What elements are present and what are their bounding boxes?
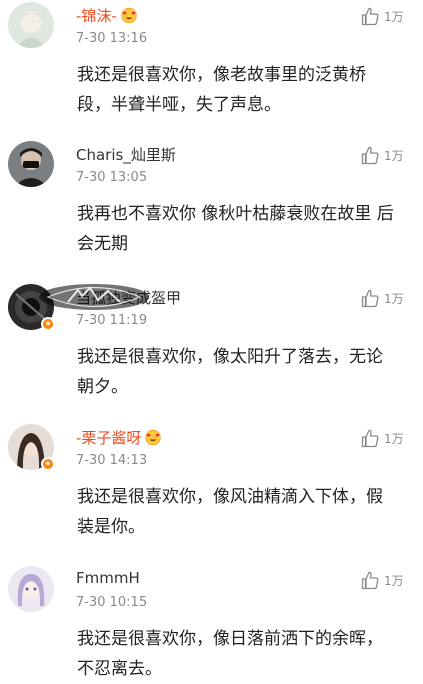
thumbs-up-icon [361, 571, 379, 589]
username-text[interactable]: -锦沫- [76, 7, 117, 25]
like-button[interactable]: 1万 [360, 144, 404, 166]
comment-text: 我还是很喜欢你，像风油精滴入下体，假装是你。 [77, 487, 383, 537]
like-count: 1万 [384, 9, 404, 24]
avatar[interactable] [8, 566, 54, 612]
comment-time: 7-30 10:15 [76, 595, 148, 610]
comment-time: 7-30 13:05 [76, 170, 148, 185]
like-count: 1万 [384, 573, 404, 588]
like-count: 1万 [384, 431, 404, 446]
heart-eyes-emoji-icon [144, 429, 162, 446]
like-button[interactable]: 1万 [360, 5, 404, 27]
comment-text: 我还是很喜欢你，像日落前洒下的余晖，不忍离去。 [77, 629, 383, 679]
username[interactable]: -栗子酱呀 [76, 427, 162, 448]
comment-text: 我再也不喜欢你 像秋叶枯藤衰败在故里 后会无期 [77, 204, 394, 254]
avatar[interactable] [8, 2, 54, 48]
comment-time: 7-30 13:16 [76, 31, 148, 46]
comment-time: 7-30 11:19 [76, 313, 148, 328]
thumbs-up-icon [361, 289, 379, 307]
like-button[interactable]: 1万 [360, 427, 404, 449]
comment-text: 我还是很喜欢你，像太阳升了落去，无论朝夕。 [77, 347, 383, 397]
like-button[interactable]: 1万 [360, 287, 404, 309]
avatar[interactable] [8, 141, 54, 187]
like-button[interactable]: 1万 [360, 569, 404, 591]
weibo-verified-icon: ★ [41, 317, 55, 331]
comment-text: 我还是很喜欢你，像老故事里的泛黄桥段，半聋半哑，失了声息。 [77, 65, 366, 115]
thumbs-up-icon [361, 146, 379, 164]
like-count: 1万 [384, 291, 404, 306]
username[interactable]: Charis_灿里斯 [76, 144, 176, 165]
thumbs-up-icon [361, 429, 379, 447]
like-count: 1万 [384, 148, 404, 163]
heart-eyes-emoji-icon [120, 7, 138, 24]
username[interactable]: -锦沫- [76, 5, 138, 26]
comment-time: 7-30 14:13 [76, 453, 148, 468]
weibo-verified-icon: ★ [41, 457, 55, 471]
username[interactable]: FmmmH [76, 569, 140, 587]
thumbs-up-icon [361, 7, 379, 25]
watermark-logo [39, 284, 149, 310]
username-text[interactable]: -栗子酱呀 [76, 429, 141, 447]
